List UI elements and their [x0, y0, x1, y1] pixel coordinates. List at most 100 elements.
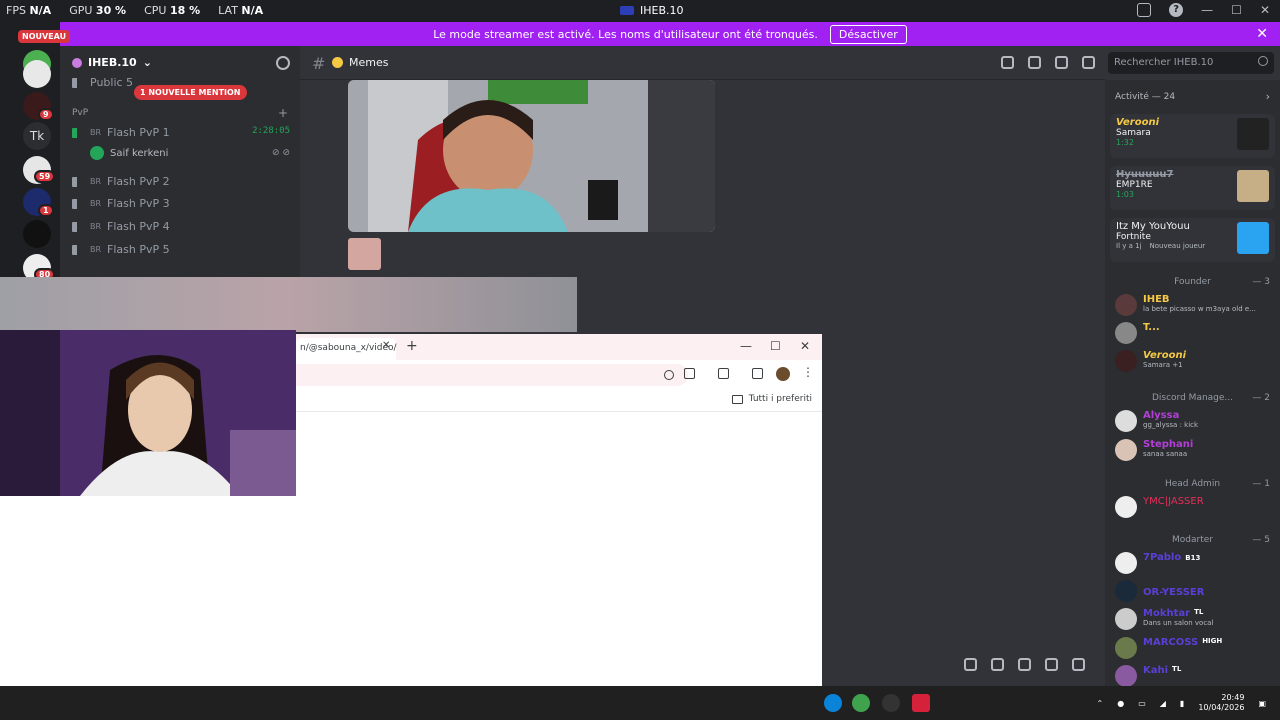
member-item[interactable]: Alyssa gg_alyssa : kick — [1115, 410, 1198, 432]
activity-card[interactable]: Verooni Samara 1:32 — [1110, 114, 1275, 158]
threads-icon[interactable] — [1001, 56, 1014, 69]
close-button[interactable]: ✕ — [1260, 3, 1270, 17]
chrome-icon[interactable] — [852, 694, 870, 712]
member-item[interactable]: OR-YESSER — [1115, 580, 1204, 602]
channel-flash-pvp-4[interactable]: BR Flash PvP 4 — [72, 220, 170, 233]
channel-flash-pvp-5[interactable]: BR Flash PvP 5 — [72, 243, 170, 256]
perf-overlay: FPS N/A GPU 30 % CPU 18 % LAT N/A — [6, 4, 263, 17]
new-tab-icon[interactable]: + — [406, 338, 418, 354]
member-name: 7Pablo — [1143, 552, 1182, 563]
notification-icon[interactable]: ▣ — [1258, 699, 1266, 708]
add-channel-icon[interactable]: + — [278, 106, 288, 120]
channel-flash-pvp-2[interactable]: BR Flash PvP 2 — [72, 175, 170, 188]
unread-badge: 9 — [38, 108, 54, 121]
chevron-up-icon[interactable]: ⌃ — [1097, 699, 1104, 708]
minimize-button[interactable]: — — [1201, 3, 1213, 17]
message-composer[interactable] — [822, 650, 1105, 686]
close-button[interactable]: ✕ — [800, 339, 810, 353]
speaker-icon — [72, 221, 84, 232]
disable-streamer-button[interactable]: Désactiver — [829, 24, 907, 44]
video-embed[interactable] — [348, 80, 715, 232]
app-icon[interactable] — [912, 694, 930, 712]
sticker-icon[interactable] — [1018, 658, 1031, 671]
cpu-value: 18 % — [169, 4, 201, 17]
member-item[interactable]: Stephani sanaa sanaa — [1115, 439, 1193, 461]
clock[interactable]: 20:49 10/04/2026 — [1198, 693, 1244, 713]
media-icon[interactable] — [752, 368, 763, 379]
member-item[interactable]: 7Pablo B13 — [1115, 552, 1200, 574]
gif-icon[interactable] — [991, 658, 1004, 671]
mic-icon[interactable]: ● — [1117, 699, 1124, 708]
maximize-button[interactable]: ☐ — [1231, 3, 1242, 17]
member-item[interactable]: MARCOSS HIGH — [1115, 637, 1222, 659]
member-item[interactable]: Mokhtar TL Dans un salon vocal — [1115, 608, 1213, 630]
server-header[interactable]: IHEB.10 ⌄ — [72, 56, 152, 69]
address-bar[interactable] — [296, 364, 688, 386]
channel-flash-pvp-3[interactable]: BR Flash PvP 3 — [72, 197, 170, 210]
help-icon[interactable]: ? — [1169, 3, 1184, 17]
screen: FPS N/A GPU 30 % CPU 18 % LAT N/A IHEB.1… — [0, 0, 1280, 720]
channel-name: Flash PvP 1 — [107, 126, 170, 139]
new-badge: NOUVEAU — [18, 30, 71, 43]
banner-close-icon[interactable]: ✕ — [1256, 26, 1268, 42]
channel-name: Flash PvP 4 — [107, 220, 170, 233]
channel-flash-pvp-1[interactable]: BR Flash PvP 1 — [72, 126, 170, 139]
maximize-button[interactable]: ☐ — [770, 339, 781, 353]
chevron-right-icon[interactable]: › — [1266, 90, 1270, 103]
voice-user[interactable]: Saif kerkeni — [90, 146, 168, 160]
member-item[interactable]: T... — [1115, 322, 1160, 344]
role-count: — 2 — [1252, 393, 1270, 403]
video-frame — [348, 80, 715, 232]
search-input[interactable]: Rechercher IHEB.10 — [1108, 52, 1274, 74]
obs-icon[interactable] — [882, 694, 900, 712]
role-count: — 5 — [1252, 535, 1270, 545]
avatar — [1115, 322, 1137, 344]
members-icon[interactable] — [1082, 56, 1095, 69]
channel-public-5[interactable]: Public 5 — [72, 76, 133, 89]
channel-tag: BR — [90, 245, 102, 254]
mention-badge[interactable]: 1 NOUVELLE MENTION — [134, 85, 247, 100]
member-name: T... — [1143, 322, 1160, 333]
member-name: IHEB — [1143, 294, 1170, 305]
pin-icon[interactable] — [1055, 56, 1068, 69]
tab-close-icon[interactable]: ✕ — [382, 340, 390, 351]
edge-icon[interactable] — [824, 694, 842, 712]
member-item[interactable]: Kahi TL — [1115, 665, 1181, 687]
notifications-icon[interactable] — [1028, 56, 1041, 69]
inbox-icon[interactable] — [1137, 3, 1152, 17]
emoji-icon[interactable] — [1045, 658, 1058, 671]
member-item[interactable]: IHEB la bete picasso w m3aya old e... — [1115, 294, 1256, 316]
star-icon[interactable] — [684, 368, 695, 379]
minimize-button[interactable]: — — [740, 339, 752, 353]
menu-icon[interactable]: ⋮ — [802, 365, 814, 379]
activity-card[interactable]: Itz My YouYouu Fortnite Il y a 1j Nouvea… — [1110, 218, 1275, 262]
network-icon[interactable]: ▭ — [1138, 699, 1146, 708]
server-icon[interactable] — [23, 220, 51, 248]
battery-icon[interactable]: ▮ — [1180, 699, 1184, 708]
member-item[interactable]: Verooni Samara +1 — [1115, 350, 1186, 372]
avatar — [1115, 496, 1137, 518]
apps-icon[interactable] — [1072, 658, 1085, 671]
zoom-icon[interactable] — [664, 370, 674, 380]
server-icon[interactable] — [23, 60, 51, 88]
avatar — [1115, 608, 1137, 630]
gift-icon[interactable] — [964, 658, 977, 671]
category-pvp[interactable]: PvP — [72, 108, 88, 118]
member-item[interactable]: YMC|JASSER — [1115, 496, 1204, 518]
image-thumbnail[interactable] — [348, 238, 381, 270]
extensions-icon[interactable] — [718, 368, 729, 379]
all-bookmarks[interactable]: Tutti i preferiti — [731, 394, 812, 404]
hash-icon: # — [312, 54, 326, 73]
activity-card[interactable]: Hyuuuuu7 EMP1RE 1:03 — [1110, 166, 1275, 210]
volume-icon[interactable]: ◢ — [1160, 699, 1166, 708]
server-tk[interactable]: Tk — [23, 122, 51, 150]
browser-tab[interactable]: n/@sabouna_x/video/ — [296, 338, 397, 360]
activity-title: Activité — 24 — [1115, 92, 1176, 102]
header-actions — [1001, 56, 1095, 69]
profile-avatar[interactable] — [776, 367, 790, 381]
invite-icon[interactable] — [276, 56, 290, 70]
emoji-icon — [332, 57, 343, 68]
activity-extra: Nouveau joueur — [1149, 242, 1206, 250]
streamer-mode-banner: Le mode streamer est activé. Les noms d'… — [60, 22, 1280, 46]
server-name: IHEB.10 — [88, 56, 137, 69]
